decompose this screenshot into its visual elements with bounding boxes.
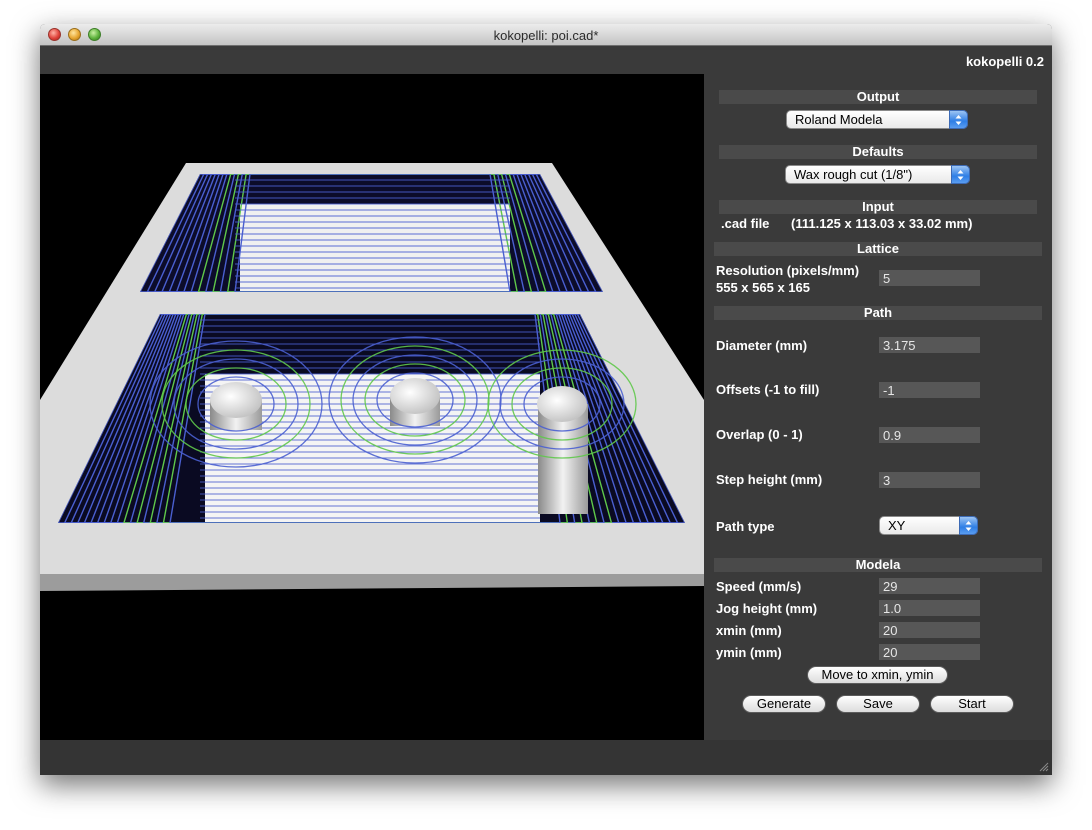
section-lattice: Lattice xyxy=(714,242,1042,256)
lattice-size: 555 x 565 x 165 xyxy=(716,280,810,295)
xmin-input[interactable]: 20 xyxy=(879,622,980,638)
ymin-input[interactable]: 20 xyxy=(879,644,980,660)
ymin-label: ymin (mm) xyxy=(716,645,782,660)
overlap-input[interactable]: 0.9 xyxy=(879,427,980,443)
boss-right xyxy=(537,386,588,514)
section-input: Input xyxy=(719,200,1037,214)
move-to-origin-button[interactable]: Move to xmin, ymin xyxy=(807,666,948,684)
jog-height-input[interactable]: 1.0 xyxy=(879,600,980,616)
overlap-label: Overlap (0 - 1) xyxy=(716,427,803,442)
jog-height-label: Jog height (mm) xyxy=(716,601,818,616)
speed-label: Speed (mm/s) xyxy=(716,579,802,594)
output-select[interactable]: Roland Modela xyxy=(786,110,968,129)
chevron-updown-icon xyxy=(949,110,968,129)
section-defaults: Defaults xyxy=(719,145,1037,159)
section-modela: Modela xyxy=(714,558,1042,572)
version-label: kokopelli 0.2 xyxy=(965,54,1044,69)
step-height-label: Step height (mm) xyxy=(716,472,823,487)
section-output: Output xyxy=(719,90,1037,104)
boss-left xyxy=(210,382,262,430)
path-type-select[interactable]: XY xyxy=(879,516,978,535)
offsets-label: Offsets (-1 to fill) xyxy=(716,382,820,397)
section-path: Path xyxy=(714,306,1042,320)
status-bar xyxy=(40,740,1052,775)
path-type-value: XY xyxy=(888,518,906,533)
cad-file-dimensions: (111.125 x 113.03 x 33.02 mm) xyxy=(791,216,973,231)
resolution-label: Resolution (pixels/mm) xyxy=(716,263,860,278)
xmin-label: xmin (mm) xyxy=(716,623,782,638)
chevron-updown-icon xyxy=(951,165,970,184)
pocket-top-floor xyxy=(240,204,510,292)
speed-input[interactable]: 29 xyxy=(879,578,980,594)
defaults-select[interactable]: Wax rough cut (1/8") xyxy=(785,165,970,184)
chevron-updown-icon xyxy=(959,516,978,535)
step-height-input[interactable]: 3 xyxy=(879,472,980,488)
resize-grip-icon[interactable] xyxy=(1039,762,1049,772)
title-bar[interactable]: kokopelli: poi.cad* xyxy=(40,24,1052,46)
stock-front-face xyxy=(40,574,704,591)
boss-center xyxy=(390,378,440,426)
defaults-select-value: Wax rough cut (1/8") xyxy=(794,167,913,182)
generate-button[interactable]: Generate xyxy=(742,695,826,713)
3d-viewport[interactable] xyxy=(40,74,704,740)
control-panel: Output Roland Modela Defaults Wax rough … xyxy=(704,74,1052,740)
cad-file-label: .cad file xyxy=(721,216,770,231)
diameter-input[interactable]: 3.175 xyxy=(879,337,980,353)
output-select-value: Roland Modela xyxy=(795,112,883,127)
path-type-label: Path type xyxy=(716,519,775,534)
toolpath-render xyxy=(40,163,704,591)
app-window: kokopelli: poi.cad* kokopelli 0.2 Output… xyxy=(40,24,1052,775)
window-title: kokopelli: poi.cad* xyxy=(493,28,599,43)
save-button[interactable]: Save xyxy=(836,695,920,713)
resolution-input[interactable]: 5 xyxy=(879,270,980,286)
diameter-label: Diameter (mm) xyxy=(716,338,808,353)
start-button[interactable]: Start xyxy=(930,695,1014,713)
offsets-input[interactable]: -1 xyxy=(879,382,980,398)
